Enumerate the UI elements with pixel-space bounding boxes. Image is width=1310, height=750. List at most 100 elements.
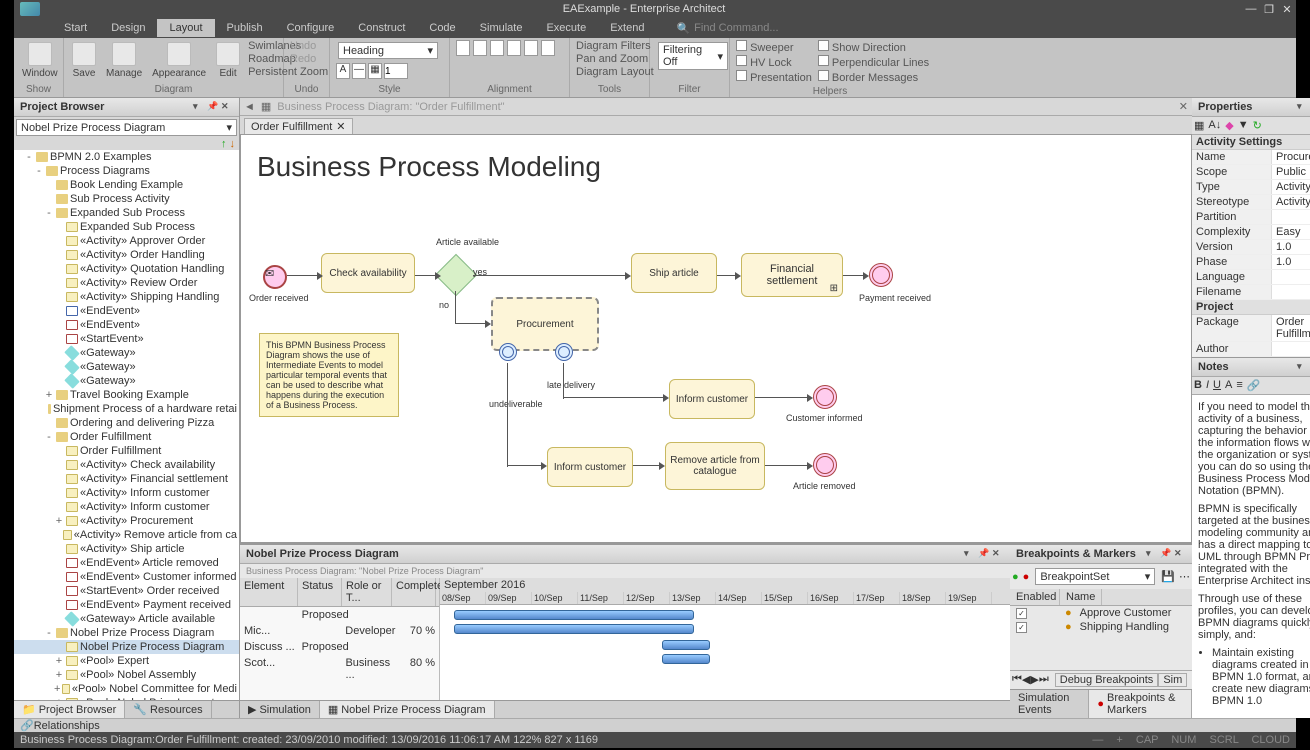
stop-icon[interactable]: ● [1023, 571, 1030, 583]
checkbox-icon[interactable]: ✓ [1016, 608, 1027, 619]
gantt-bar[interactable] [454, 624, 694, 634]
diagram-filters-button[interactable]: Diagram Filters [576, 40, 643, 52]
activity-remove-article[interactable]: Remove article from catalogue [665, 442, 765, 490]
style-heading-combo[interactable]: Heading▾ [338, 42, 438, 59]
tree-item[interactable]: «Activity» Inform customer [14, 500, 239, 514]
nav-first-icon[interactable]: ⏮ [1012, 673, 1022, 687]
zoom-in-icon[interactable]: + [1116, 734, 1122, 746]
expand-icon[interactable]: - [44, 207, 54, 219]
nav-last-icon[interactable]: ⏭ [1039, 673, 1049, 687]
expand-icon[interactable]: + [44, 389, 54, 401]
gantt-chart[interactable]: September 2016 08/Sep09/Sep10/Sep11/Sep1… [440, 578, 1010, 700]
border-check[interactable]: Border Messages [818, 70, 929, 84]
start-event-order-received[interactable]: ✉ [263, 265, 287, 289]
align-center-button[interactable] [473, 40, 487, 56]
tree-item[interactable]: -Order Fulfillment [14, 430, 239, 444]
redo-button[interactable]: Redo [290, 53, 323, 65]
tree-item[interactable]: Order Fulfillment [14, 444, 239, 458]
align-left-button[interactable] [456, 40, 470, 56]
prop-row[interactable]: Author [1192, 342, 1310, 357]
menu-simulate[interactable]: Simulate [468, 19, 535, 37]
menu-start[interactable]: Start [52, 19, 99, 37]
expand-icon[interactable]: + [54, 683, 60, 695]
find-command[interactable]: 🔍 Find Command... [676, 22, 778, 35]
gantt-row[interactable]: Discuss ...Proposed [240, 639, 439, 655]
tree-item[interactable]: -Nobel Prize Process Diagram [14, 626, 239, 640]
nav-up-icon[interactable]: ↑ [221, 138, 227, 150]
more-icon[interactable]: ⋯ [1179, 570, 1190, 583]
tree-item[interactable]: -BPMN 2.0 Examples [14, 150, 239, 164]
project-tree[interactable]: -BPMN 2.0 Examples-Process DiagramsBook … [14, 150, 239, 700]
hvlock-check[interactable]: HV Lock [736, 55, 812, 69]
browser-combo[interactable]: Nobel Prize Process Diagram▾ [16, 119, 237, 136]
prop-row[interactable]: ComplexityEasy [1192, 225, 1310, 240]
undo-button[interactable]: Undo [290, 40, 323, 52]
tree-item[interactable]: +«Pool» Nobel Assembly [14, 668, 239, 682]
prop-row[interactable]: Phase1.0 [1192, 255, 1310, 270]
tree-item[interactable]: «Activity» Check availability [14, 458, 239, 472]
gantt-row[interactable]: Scot...Business ...80 % [240, 655, 439, 683]
sweeper-check[interactable]: Sweeper [736, 40, 812, 54]
menu-publish[interactable]: Publish [215, 19, 275, 37]
expand-icon[interactable]: + [54, 669, 64, 681]
prop-value[interactable] [1272, 285, 1310, 299]
pin-icon[interactable]: 📌 [207, 101, 219, 113]
refresh-icon[interactable]: ↻ [1253, 119, 1262, 132]
prop-value[interactable]: Activity [1272, 195, 1310, 209]
close-icon[interactable]: ✕ [221, 101, 233, 113]
pin-icon[interactable]: ▾ [964, 548, 976, 560]
menu-code[interactable]: Code [417, 19, 467, 37]
tree-item[interactable]: «Activity» Remove article from ca [14, 528, 239, 542]
menu-extend[interactable]: Extend [598, 19, 656, 37]
tree-item[interactable]: «Gateway» Article available [14, 612, 239, 626]
tree-item[interactable]: -Process Diagrams [14, 164, 239, 178]
tree-item[interactable]: +«Activity» Procurement [14, 514, 239, 528]
tab-project-browser[interactable]: 📁Project Browser [14, 701, 125, 718]
prop-group-project[interactable]: Project [1192, 300, 1310, 315]
activity-inform-customer-1[interactable]: Inform customer [669, 379, 755, 419]
expand-icon[interactable]: + [54, 655, 64, 667]
property-grid[interactable]: Activity Settings NameProcurementScopePu… [1192, 135, 1310, 357]
prop-value[interactable] [1272, 342, 1310, 356]
diagram-tab[interactable]: Order Fulfillment ✕ [244, 118, 353, 134]
prop-row[interactable]: StereotypeActivity [1192, 195, 1310, 210]
expand-icon[interactable]: + [54, 515, 64, 527]
activity-inform-customer-2[interactable]: Inform customer [547, 447, 633, 487]
close-diagram-icon[interactable]: ✕ [1179, 100, 1188, 113]
prop-row[interactable]: Version1.0 [1192, 240, 1310, 255]
bold-button[interactable]: B [1194, 379, 1202, 392]
fill-style[interactable]: ▦ [368, 63, 382, 79]
prop-value[interactable]: 1.0 [1272, 240, 1310, 254]
menu-construct[interactable]: Construct [346, 19, 417, 37]
tree-item[interactable]: Book Lending Example [14, 178, 239, 192]
pin-icon[interactable]: ▾ [193, 101, 205, 113]
line-width-input[interactable] [384, 63, 408, 79]
presentation-check[interactable]: Presentation [736, 70, 812, 84]
prop-value[interactable]: Easy [1272, 225, 1310, 239]
perp-check[interactable]: Perpendicular Lines [818, 55, 929, 69]
intermediate-event-late[interactable] [555, 343, 573, 361]
tree-item[interactable]: «StartEvent» [14, 332, 239, 346]
gantt-row[interactable]: Proposed [240, 607, 439, 623]
tree-item[interactable]: «Gateway» [14, 346, 239, 360]
activity-check-availability[interactable]: Check availability [321, 253, 415, 293]
menu-configure[interactable]: Configure [275, 19, 347, 37]
activity-ship-article[interactable]: Ship article [631, 253, 717, 293]
italic-button[interactable]: I [1206, 379, 1209, 392]
breakpoint-set-combo[interactable]: BreakpointSet▾ [1035, 568, 1155, 585]
tree-item[interactable]: +«Pool» Nobel Committee for Medi [14, 682, 239, 696]
color-button[interactable]: A [1225, 379, 1232, 392]
tree-item[interactable]: «Activity» Approver Order [14, 234, 239, 248]
col-complete[interactable]: Complete [392, 578, 436, 606]
underline-button[interactable]: U [1213, 379, 1221, 392]
tab-resources[interactable]: 🔧Resources [125, 701, 211, 718]
tree-item[interactable]: «Activity» Ship article [14, 542, 239, 556]
menu-execute[interactable]: Execute [534, 19, 598, 37]
menu-layout[interactable]: Layout [157, 19, 214, 37]
prop-value[interactable]: Activity [1272, 180, 1310, 194]
manage-button[interactable]: Manage [104, 40, 144, 81]
tree-item[interactable]: Ordering and delivering Pizza [14, 416, 239, 430]
col-element[interactable]: Element [240, 578, 298, 606]
tree-item[interactable]: «EndEvent» [14, 304, 239, 318]
gantt-bar[interactable] [662, 654, 710, 664]
